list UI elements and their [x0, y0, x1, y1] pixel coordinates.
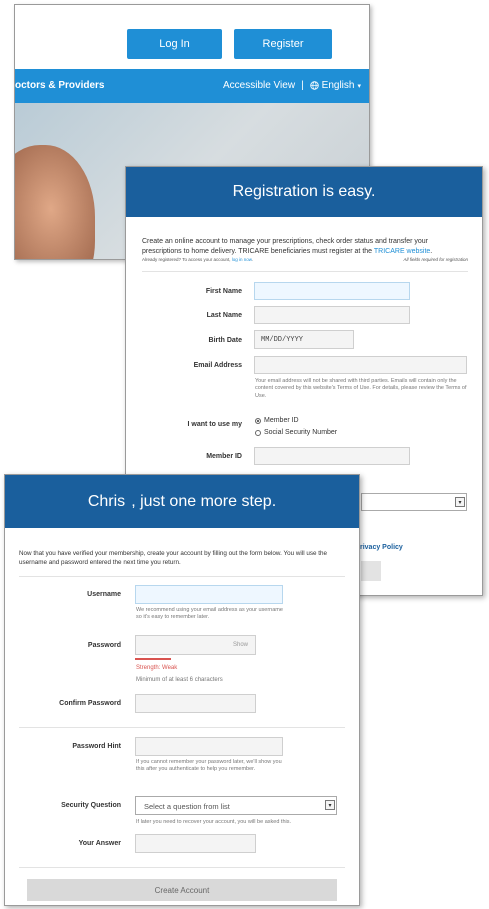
- login-now-link[interactable]: log in now: [232, 257, 252, 262]
- confirm-password-label: Confirm Password: [59, 700, 121, 707]
- password-hint-field[interactable]: [135, 737, 283, 756]
- person-profile-image: [15, 145, 95, 259]
- step-intro: Now that you have verified your membersh…: [19, 550, 328, 567]
- create-account-card: Chris , just one more step. Now that you …: [4, 474, 360, 906]
- divider: [19, 727, 345, 728]
- email-field[interactable]: [254, 356, 467, 374]
- divider: [19, 867, 345, 868]
- tricare-link[interactable]: TRICARE website: [374, 248, 430, 255]
- divider: [142, 271, 468, 272]
- accessible-view-link[interactable]: Accessible View: [223, 80, 295, 91]
- already-registered-note: Already registered? To access your accou…: [142, 257, 254, 262]
- password-min-chars: Minimum of at least 6 characters: [136, 677, 223, 683]
- registration-subline: Already registered? To access your accou…: [142, 257, 468, 262]
- password-strength-bar: [135, 658, 171, 660]
- registration-intro: Create an online account to manage your …: [142, 238, 433, 255]
- step-title: Chris , just one more step.: [5, 475, 359, 528]
- security-question-select[interactable]: Select a question from list: [135, 796, 337, 815]
- required-note: All fields required for registration: [403, 257, 468, 262]
- show-password-toggle[interactable]: Show: [233, 642, 248, 648]
- registration-title: Registration is easy.: [126, 167, 482, 217]
- member-id-label: Member ID: [206, 453, 242, 460]
- birth-date-field[interactable]: MM/DD/YYYY: [254, 330, 354, 349]
- email-label: Email Address: [193, 362, 242, 369]
- member-id-option-label: Member ID: [264, 417, 299, 424]
- security-question-help: If later you need to recover your accoun…: [136, 819, 291, 825]
- nav-utilities: Accessible View | English ▾: [223, 80, 361, 91]
- nav-separator: |: [301, 80, 304, 91]
- password-hint-label: Password Hint: [72, 743, 121, 750]
- radio-selected-icon: [255, 417, 261, 424]
- answer-label: Your Answer: [78, 840, 121, 847]
- email-hint: Your email address will not be shared wi…: [255, 378, 467, 399]
- already-text: Already registered? To access your accou…: [142, 257, 231, 262]
- username-label: Username: [87, 591, 121, 598]
- language-label: English: [321, 80, 355, 91]
- globe-icon: [309, 81, 319, 90]
- registration-submit-button[interactable]: [361, 561, 381, 581]
- last-name-field[interactable]: [254, 306, 410, 324]
- member-id-field[interactable]: [254, 447, 410, 465]
- register-button[interactable]: Register: [234, 29, 332, 59]
- birth-date-label: Birth Date: [208, 337, 242, 344]
- chevron-down-icon: ▾: [455, 497, 465, 507]
- last-name-label: Last Name: [206, 312, 242, 319]
- member-id-radio[interactable]: Member ID: [255, 417, 299, 424]
- security-question-label: Security Question: [61, 802, 121, 809]
- caret-down-icon: ▾: [357, 82, 361, 90]
- language-selector[interactable]: English ▾: [309, 80, 361, 91]
- login-button[interactable]: Log In: [127, 29, 222, 59]
- answer-field[interactable]: [135, 834, 256, 853]
- password-label: Password: [87, 642, 121, 649]
- nav-bar: octors & Providers Accessible View | Eng…: [15, 69, 369, 103]
- create-account-button[interactable]: Create Account: [27, 879, 337, 901]
- ssn-radio[interactable]: Social Security Number: [255, 429, 337, 436]
- user-first-name: Chris: [87, 492, 126, 510]
- ssn-option-label: Social Security Number: [264, 429, 338, 436]
- username-field[interactable]: [135, 585, 283, 604]
- password-hint-help: If you cannot remember your password lat…: [136, 759, 282, 773]
- confirm-password-field[interactable]: [135, 694, 256, 713]
- first-name-label: First Name: [205, 288, 242, 295]
- step-title-text: , just one more step.: [131, 492, 277, 510]
- divider: [19, 576, 345, 577]
- nav-item-doctors-providers[interactable]: octors & Providers: [15, 80, 104, 91]
- first-name-field[interactable]: [254, 282, 410, 300]
- password-strength: Strength: Weak: [136, 665, 178, 671]
- id-type-label: I want to use my: [187, 421, 242, 428]
- registration-select[interactable]: [361, 493, 467, 511]
- privacy-policy-link[interactable]: rivacy Policy: [360, 544, 403, 551]
- username-hint: We recommend using your email address as…: [136, 607, 283, 621]
- radio-unselected-icon: [255, 429, 261, 436]
- chevron-down-icon: ▾: [325, 800, 335, 810]
